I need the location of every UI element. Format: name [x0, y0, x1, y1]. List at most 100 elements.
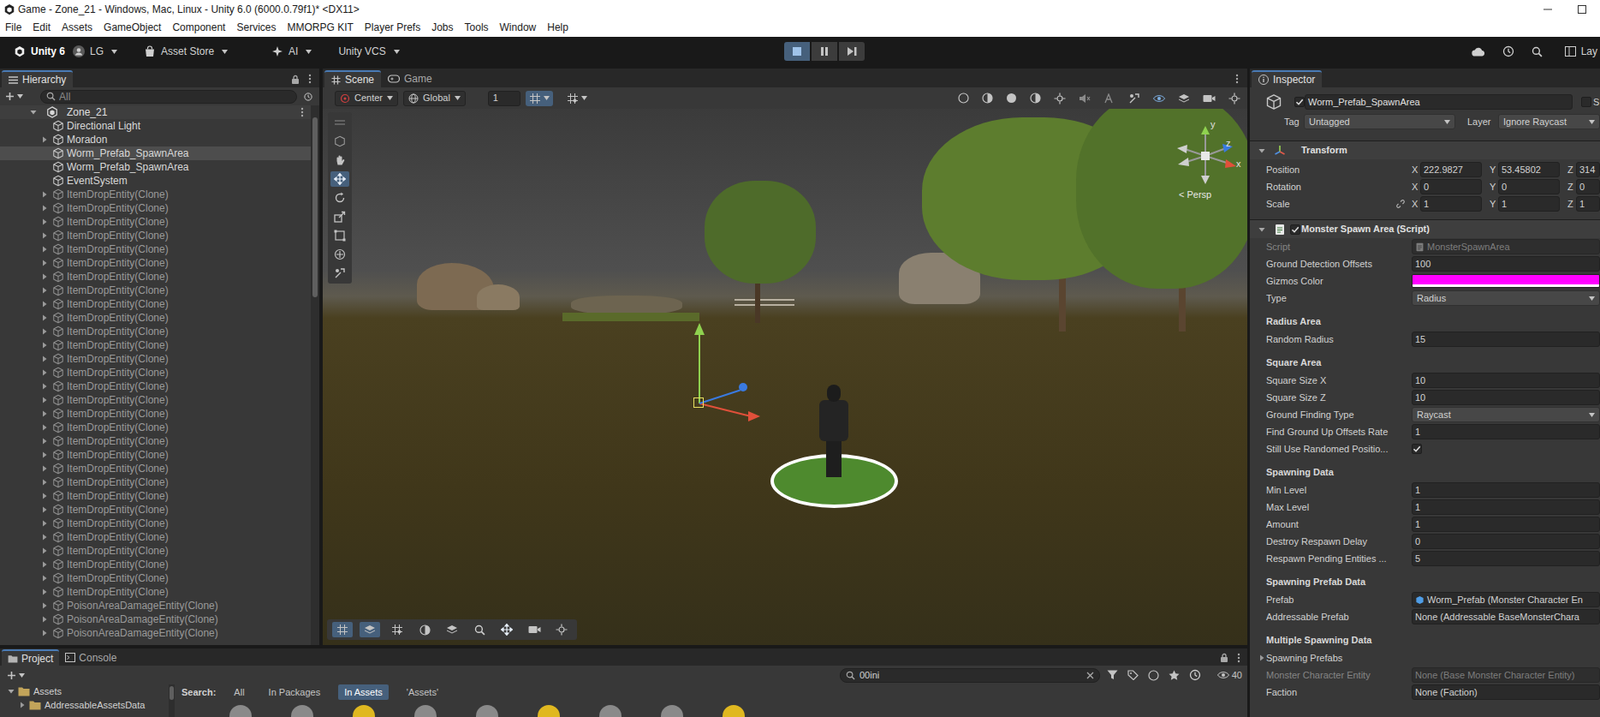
layout-dropdown[interactable]: Lay [1564, 43, 1598, 60]
asset-thumbnail[interactable] [537, 704, 560, 717]
hierarchy-item[interactable]: ItemDropEntity(Clone) [0, 365, 311, 380]
hierarchy-item[interactable]: ItemDropEntity(Clone) [0, 475, 311, 489]
expand-toggle[interactable] [41, 461, 49, 476]
create-asset-button[interactable] [6, 670, 25, 680]
asset-thumbnail[interactable] [291, 704, 314, 717]
number-field[interactable]: 1 [1411, 423, 1600, 440]
static-toggle[interactable] [1581, 96, 1592, 108]
view-option-button[interactable] [1153, 94, 1166, 103]
tool-button[interactable] [330, 265, 350, 281]
hierarchy-tab[interactable]: Hierarchy [1, 70, 73, 88]
expand-toggle[interactable] [41, 132, 49, 147]
hierarchy-item[interactable]: ItemDropEntity(Clone) [0, 297, 311, 311]
view-option-button[interactable] [1053, 92, 1066, 105]
expand-toggle[interactable] [41, 351, 49, 366]
filter-button[interactable] [1127, 669, 1139, 680]
view-option-button[interactable] [1078, 93, 1091, 104]
number-field[interactable]: 0 [1420, 178, 1482, 195]
overlay-button[interactable] [441, 621, 463, 637]
foldout-toggle[interactable] [1258, 147, 1266, 155]
hierarchy-item[interactable]: PoisonAreaDamageEntity(Clone) [0, 625, 311, 640]
script-header[interactable]: Monster Spawn Area (Script) [1249, 219, 1600, 238]
hierarchy-item[interactable]: ItemDropEntity(Clone) [0, 379, 311, 393]
component-enabled-toggle[interactable] [1290, 224, 1301, 235]
hierarchy-item[interactable]: ItemDropEntity(Clone) [0, 269, 311, 284]
tool-button[interactable] [330, 171, 350, 187]
hierarchy-item[interactable]: Worm_Prefab_SpawnArea [0, 146, 311, 161]
menu-item[interactable]: GameObject [103, 19, 161, 36]
expand-toggle[interactable] [41, 543, 49, 558]
hierarchy-item[interactable]: Moradon [0, 132, 311, 147]
inspector-tab[interactable]: Inspector [1251, 70, 1322, 88]
hierarchy-item[interactable]: Directional Light [0, 118, 311, 133]
expand-toggle[interactable] [7, 687, 16, 695]
hierarchy-item[interactable]: ItemDropEntity(Clone) [0, 434, 311, 448]
expand-toggle[interactable] [41, 187, 49, 202]
expand-toggle[interactable] [41, 502, 49, 517]
number-field[interactable]: 5 [1411, 550, 1600, 566]
hierarchy-item[interactable]: ItemDropEntity(Clone) [0, 242, 311, 256]
number-field[interactable]: 15 [1411, 331, 1600, 347]
account-dropdown[interactable]: LG [68, 41, 122, 61]
overlay-button[interactable] [523, 621, 545, 637]
foldout-toggle[interactable] [1258, 654, 1266, 661]
view-option-button[interactable] [1177, 93, 1190, 104]
expand-toggle[interactable] [41, 214, 49, 229]
number-field[interactable]: 222.9827 [1420, 161, 1482, 178]
expand-toggle[interactable] [41, 324, 49, 339]
expand-toggle[interactable] [41, 475, 49, 489]
view-option-button[interactable] [1005, 92, 1018, 104]
view-tab[interactable]: Scene [324, 70, 381, 88]
object-field[interactable]: Worm_Prefab (Monster Character En [1411, 591, 1600, 607]
cloud-button[interactable] [1471, 47, 1486, 57]
expand-toggle[interactable] [41, 625, 49, 640]
number-field[interactable]: 1 [1411, 481, 1600, 498]
number-field[interactable]: 1 [1498, 196, 1560, 212]
menu-item[interactable]: File [5, 19, 22, 36]
hierarchy-item[interactable]: PoisonAreaDamageEntity(Clone) [0, 612, 311, 626]
foldout-toggle[interactable] [1258, 226, 1266, 233]
play-button[interactable] [784, 41, 810, 61]
scrollbar[interactable] [310, 105, 320, 645]
snap-toggle[interactable] [563, 90, 591, 107]
hierarchy-item[interactable]: ItemDropEntity(Clone) [0, 488, 311, 503]
scene-viewport[interactable]: yzx< Persp [322, 108, 1248, 645]
number-field[interactable]: 0 [1411, 533, 1600, 549]
hierarchy-item[interactable]: ItemDropEntity(Clone) [0, 283, 311, 298]
expand-toggle[interactable] [41, 434, 49, 448]
expand-toggle[interactable] [41, 283, 49, 298]
scrollbar[interactable] [168, 684, 175, 717]
number-field[interactable]: 10 [1411, 372, 1600, 388]
menu-item[interactable]: Player Prefs [364, 19, 421, 36]
scope-option[interactable]: All [227, 684, 250, 700]
asset-thumbnail[interactable] [352, 704, 375, 717]
view-option-button[interactable] [1029, 92, 1041, 104]
number-field[interactable]: 10 [1411, 389, 1600, 405]
view-option-button[interactable] [1228, 92, 1241, 105]
scrollbar-thumb[interactable] [169, 685, 174, 700]
hierarchy-item[interactable]: ItemDropEntity(Clone) [0, 392, 311, 407]
menu-item[interactable]: Jobs [431, 19, 453, 36]
enum-dropdown[interactable]: Radius [1411, 290, 1600, 306]
menu-item[interactable]: Help [547, 19, 569, 36]
view-tab[interactable]: Game [380, 70, 440, 88]
create-button[interactable] [5, 91, 24, 102]
number-field[interactable]: 53.45802 [1498, 161, 1560, 178]
filter-button[interactable] [1106, 669, 1119, 680]
hierarchy-item[interactable]: EventSystem [0, 173, 311, 188]
hierarchy-item[interactable]: ItemDropEntity(Clone) [0, 201, 311, 215]
expand-toggle[interactable] [41, 406, 49, 421]
hierarchy-item[interactable]: ItemDropEntity(Clone) [0, 351, 311, 366]
overlay-button[interactable] [332, 621, 353, 637]
overlay-button[interactable] [469, 621, 490, 637]
project-search-field[interactable]: 00ini [839, 667, 1101, 683]
hierarchy-item[interactable]: ItemDropEntity(Clone) [0, 338, 311, 352]
asset-thumbnail[interactable] [722, 704, 745, 717]
folder-item[interactable]: Assets [0, 684, 169, 698]
search-field[interactable] [40, 89, 298, 104]
step-button[interactable] [838, 41, 865, 61]
space-dropdown[interactable]: Global [403, 90, 466, 107]
view-option-button[interactable] [1103, 93, 1116, 104]
view-option-button[interactable] [957, 92, 970, 104]
project-tab[interactable]: Console [59, 648, 123, 666]
